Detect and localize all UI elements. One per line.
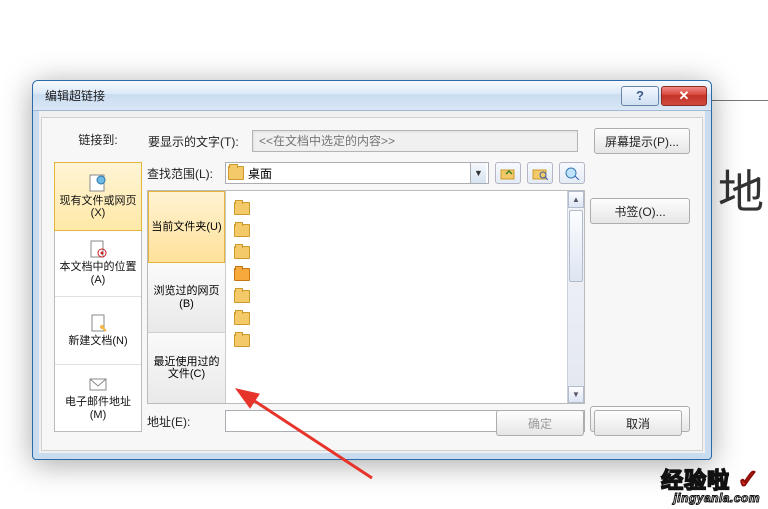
watermark-url: jingyanla.com xyxy=(661,491,760,505)
link-to-list: 现有文件或网页(X) 本文档中的位置(A) 新建文档(N) xyxy=(54,162,142,432)
folder-search-icon xyxy=(532,166,548,180)
folder-icon xyxy=(234,268,250,281)
scroll-track[interactable] xyxy=(568,208,584,386)
linkto-email-address[interactable]: 电子邮件地址(M) xyxy=(55,365,141,432)
look-in-combo[interactable]: 桌面 ▼ xyxy=(225,162,489,184)
web-search-icon xyxy=(564,166,580,180)
folder-icon xyxy=(234,312,250,325)
linkto-new-document[interactable]: 新建文档(N) xyxy=(55,297,141,365)
folder-icon xyxy=(234,290,250,303)
folder-up-icon xyxy=(500,166,516,180)
tab-recent-files[interactable]: 最近使用过的文件(C) xyxy=(148,333,225,403)
folder-icon xyxy=(234,202,250,215)
address-label: 地址(E): xyxy=(147,413,219,430)
background-horizontal-rule xyxy=(708,100,768,101)
globe-page-icon xyxy=(88,173,108,193)
link-to-label: 链接到: xyxy=(54,131,142,148)
browse-web-button[interactable] xyxy=(559,162,585,184)
edit-hyperlink-dialog: 编辑超链接 ? ✕ 链接到: 要显示的文字(T): 屏幕提示(P)... xyxy=(32,80,712,460)
ok-button: 确定 xyxy=(496,410,584,436)
tab-current-folder[interactable]: 当前文件夹(U) xyxy=(148,191,225,263)
file-list[interactable]: ▲ ▼ xyxy=(226,191,584,403)
look-in-label: 查找范围(L): xyxy=(147,165,219,182)
cancel-button-label: 取消 xyxy=(626,415,650,432)
list-item[interactable] xyxy=(234,307,576,329)
browse-tabs: 当前文件夹(U) 浏览过的网页(B) 最近使用过的文件(C) xyxy=(148,191,226,403)
linkto-existing-file[interactable]: 现有文件或网页(X) xyxy=(54,162,142,231)
list-item[interactable] xyxy=(234,219,576,241)
scroll-up-icon[interactable]: ▲ xyxy=(568,191,584,208)
list-item[interactable] xyxy=(234,329,576,351)
linkto-item-label: 新建文档(N) xyxy=(68,335,127,348)
look-in-value: 桌面 xyxy=(248,165,470,182)
folder-icon xyxy=(234,246,250,259)
linkto-item-label: 电子邮件地址(M) xyxy=(57,396,139,421)
screentip-button-label: 屏幕提示(P)... xyxy=(605,133,679,150)
dialog-title: 编辑超链接 xyxy=(45,87,619,104)
screentip-button[interactable]: 屏幕提示(P)... xyxy=(594,128,690,154)
linkto-item-label: 本文档中的位置(A) xyxy=(57,261,139,286)
cancel-button[interactable]: 取消 xyxy=(594,410,682,436)
bookmark-button[interactable]: 书签(O)... xyxy=(590,198,690,224)
help-button[interactable]: ? xyxy=(621,86,659,106)
up-one-level-button[interactable] xyxy=(495,162,521,184)
list-item[interactable] xyxy=(234,285,576,307)
browse-panel: 当前文件夹(U) 浏览过的网页(B) 最近使用过的文件(C) xyxy=(147,190,585,404)
browse-file-button[interactable] xyxy=(527,162,553,184)
dialog-body: 链接到: 要显示的文字(T): 屏幕提示(P)... 现有文件或网页(X) xyxy=(41,117,703,451)
list-item[interactable] xyxy=(234,241,576,263)
email-icon xyxy=(88,374,108,394)
list-item[interactable] xyxy=(234,197,576,219)
chevron-down-icon[interactable]: ▼ xyxy=(470,163,486,183)
tab-label: 当前文件夹(U) xyxy=(151,221,221,234)
close-button[interactable]: ✕ xyxy=(661,86,707,106)
tab-label: 浏览过的网页(B) xyxy=(150,285,223,310)
folder-icon xyxy=(234,334,250,347)
tab-browsed-pages[interactable]: 浏览过的网页(B) xyxy=(148,263,225,334)
scrollbar[interactable]: ▲ ▼ xyxy=(567,191,584,403)
help-icon: ? xyxy=(636,88,644,103)
scroll-thumb[interactable] xyxy=(569,210,583,282)
new-document-icon xyxy=(88,313,108,333)
folder-icon xyxy=(234,224,250,237)
display-text-row: 链接到: 要显示的文字(T): 屏幕提示(P)... xyxy=(42,118,702,154)
close-icon: ✕ xyxy=(679,88,690,104)
list-item[interactable] xyxy=(234,263,576,285)
scroll-down-icon[interactable]: ▼ xyxy=(568,386,584,403)
linkto-this-document[interactable]: 本文档中的位置(A) xyxy=(55,230,141,298)
check-icon: ✓ xyxy=(737,464,760,494)
linkto-item-label: 现有文件或网页(X) xyxy=(57,195,139,220)
tab-label: 最近使用过的文件(C) xyxy=(150,356,223,381)
document-target-icon xyxy=(88,239,108,259)
right-button-column: 书签(O)... 删除链接(R) xyxy=(590,162,690,432)
watermark: 经验啦 ✓ jingyanla.com xyxy=(661,463,760,505)
display-text-label: 要显示的文字(T): xyxy=(148,133,246,150)
dialog-footer: 确定 取消 xyxy=(496,410,682,436)
ok-button-label: 确定 xyxy=(528,415,552,432)
background-document-text: 地 xyxy=(718,156,764,222)
watermark-text: 经验啦 xyxy=(661,468,730,493)
dialog-titlebar[interactable]: 编辑超链接 ? ✕ xyxy=(33,81,711,111)
folder-icon xyxy=(228,166,244,180)
display-text-input xyxy=(252,130,578,152)
bookmark-button-label: 书签(O)... xyxy=(614,203,665,220)
look-in-row: 查找范围(L): 桌面 ▼ xyxy=(147,162,585,184)
